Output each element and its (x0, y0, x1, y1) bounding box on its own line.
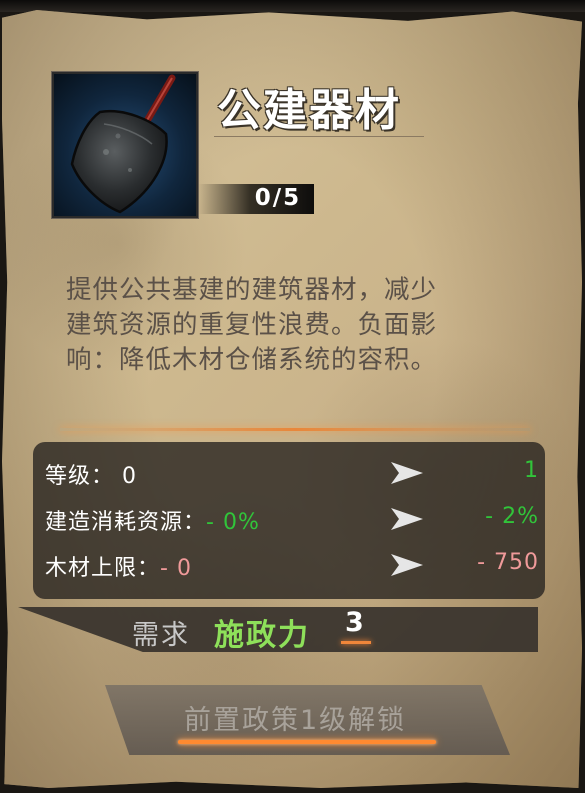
stat-label-text: 建造消耗资源： (45, 510, 207, 535)
requirement-label: 需求 (132, 620, 190, 651)
stat-next-value: - 2% (485, 504, 539, 529)
item-icon-frame (52, 72, 198, 218)
arrow-right-icon (391, 508, 423, 530)
requirement-underline (341, 641, 371, 644)
description-line: 响：降低木材仓储系统的容积。 (66, 345, 438, 375)
stat-row-build-cost: 建造消耗资源：- 0% - 2% (33, 500, 545, 540)
arrow-right-icon (391, 462, 423, 484)
stat-current-value: - 0 (160, 556, 192, 581)
section-divider (60, 428, 530, 431)
requirement-currency: 施政力 (214, 618, 310, 653)
stat-label: 木材上限：- 0 (45, 550, 192, 582)
item-count: 0/5 (254, 185, 302, 211)
stat-current-value: - 0% (206, 510, 260, 535)
stat-current-value: 0 (122, 464, 138, 489)
stat-label-text: 等级： (45, 464, 115, 489)
stats-panel: 等级： 0 1 建造消耗资源：- 0% - 2% 木材上限：- 0 - 750 (33, 442, 545, 599)
stat-next-value: 1 (524, 458, 539, 483)
title-divider (214, 136, 424, 137)
stat-label: 等级： 0 (45, 458, 137, 490)
stat-row-level: 等级： 0 1 (33, 454, 545, 494)
description-line: 提供公共基建的建筑器材，减少 (66, 275, 438, 305)
stat-label-text: 木材上限： (45, 556, 161, 581)
shovel-icon (70, 74, 176, 214)
arrow-right-icon (391, 554, 423, 576)
stat-next-value: - 750 (477, 550, 539, 575)
item-description: 提供公共基建的建筑器材，减少 建筑资源的重复性浪费。负面影 响：降低木材仓储系统… (66, 273, 536, 378)
stat-label: 建造消耗资源：- 0% (45, 504, 260, 536)
unlock-button-glow (178, 740, 436, 744)
item-title: 公建器材 (217, 85, 401, 136)
requirement-amount: 3 (345, 607, 364, 638)
description-line: 建筑资源的重复性浪费。负面影 (66, 310, 438, 340)
stat-row-wood-cap: 木材上限：- 0 - 750 (33, 546, 545, 586)
top-bar (0, 0, 585, 12)
unlock-button-label: 前置政策1级解锁 (184, 705, 407, 736)
